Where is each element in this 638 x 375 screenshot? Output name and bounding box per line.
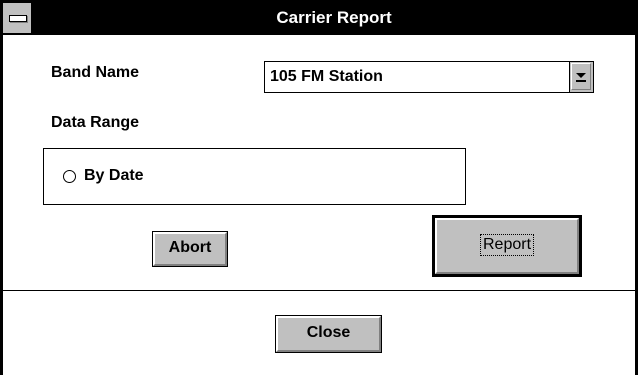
band-name-value: 105 FM Station bbox=[270, 68, 383, 85]
close-button[interactable]: Close bbox=[275, 315, 382, 353]
system-menu-icon bbox=[9, 15, 27, 22]
band-name-label: Band Name bbox=[51, 64, 140, 81]
data-range-label: Data Range bbox=[51, 114, 140, 131]
title-bar[interactable]: Carrier Report bbox=[3, 3, 635, 35]
dropdown-underline-icon bbox=[576, 80, 586, 82]
abort-button[interactable]: Abort bbox=[152, 231, 228, 267]
dialog-divider bbox=[3, 290, 635, 291]
window-title: Carrier Report bbox=[276, 8, 392, 27]
radio-unchecked-icon[interactable] bbox=[63, 170, 76, 183]
abort-button-label: Abort bbox=[168, 239, 212, 256]
band-name-dropdown-button[interactable] bbox=[569, 62, 593, 92]
report-button[interactable]: Report bbox=[432, 215, 582, 277]
dropdown-arrow-icon bbox=[576, 73, 586, 78]
by-date-radio-label[interactable]: By Date bbox=[84, 167, 144, 185]
close-button-label: Close bbox=[306, 324, 351, 341]
band-name-combobox[interactable]: 105 FM Station bbox=[264, 61, 594, 93]
system-menu-button[interactable] bbox=[3, 3, 33, 33]
report-button-label: Report bbox=[479, 233, 535, 256]
